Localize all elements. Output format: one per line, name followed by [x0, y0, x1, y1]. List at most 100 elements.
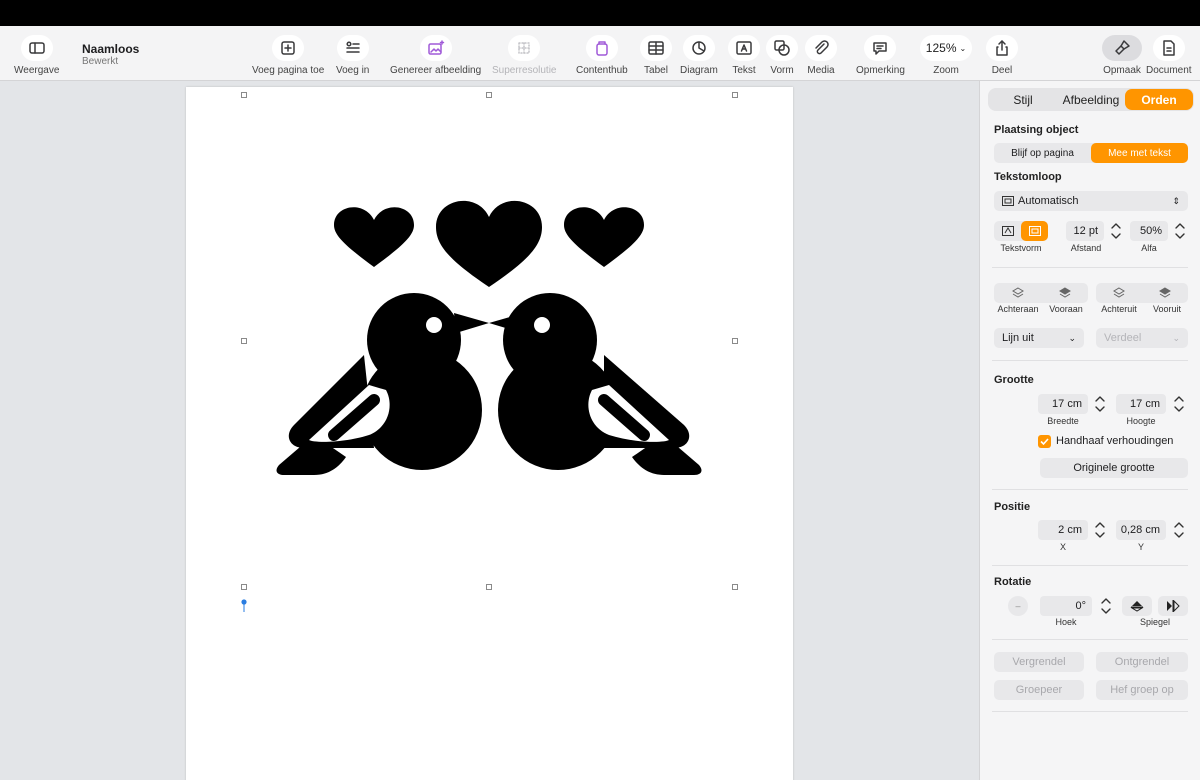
zoom-control[interactable]: 125% ⌄ Zoom — [920, 35, 972, 76]
shape-icon — [766, 35, 798, 61]
document-page[interactable] — [186, 87, 793, 780]
back-label: Achteraan — [997, 304, 1039, 314]
original-size-button[interactable]: Originele grootte — [1040, 458, 1188, 478]
selection-handle-right[interactable] — [732, 338, 738, 344]
view-button[interactable]: Weergave — [14, 35, 59, 76]
ungroup-button[interactable]: Hef groep op — [1096, 680, 1188, 700]
chart-button[interactable]: Diagram — [680, 35, 718, 76]
width-stepper[interactable] — [1094, 393, 1106, 415]
text-shape-label: Tekstvorm — [1000, 243, 1042, 253]
checkmark-icon — [1040, 438, 1049, 446]
document-status: Bewerkt — [82, 56, 119, 67]
position-x-label: X — [1059, 542, 1066, 552]
content-hub-icon — [585, 35, 618, 61]
selection-handle-bottom[interactable] — [486, 584, 492, 590]
format-button[interactable]: Opmaak — [1102, 35, 1142, 76]
distribute-select[interactable]: Verdeel ⌄ — [1096, 328, 1188, 348]
angle-stepper[interactable] — [1100, 595, 1112, 617]
media-button[interactable]: Media — [805, 35, 837, 76]
spacing-label: Afstand — [1070, 243, 1102, 253]
super-resolution-button[interactable]: Superresolutie — [492, 35, 556, 76]
text-shape-icon-b[interactable] — [1021, 221, 1048, 241]
angle-field[interactable]: 0° — [1040, 596, 1092, 616]
insert-button[interactable]: Voeg in — [336, 35, 369, 76]
tab-style[interactable]: Stijl — [989, 89, 1057, 110]
add-page-label: Voeg pagina toe — [252, 65, 325, 76]
width-field[interactable]: 17 cm — [1038, 394, 1088, 414]
bring-forward-icon[interactable] — [1142, 283, 1188, 303]
lovebirds-image[interactable] — [274, 195, 706, 495]
tab-arrange[interactable]: Orden — [1125, 89, 1193, 110]
position-y-stepper[interactable] — [1173, 519, 1185, 541]
small-heart-right — [564, 207, 644, 267]
toolbar: Weergave Voeg pagina toe Voeg in Generee… — [0, 26, 1200, 81]
flip-horizontal-button[interactable] — [1158, 596, 1188, 616]
height-stepper[interactable] — [1173, 393, 1185, 415]
content-hub-button[interactable]: Contenthub — [576, 35, 628, 76]
add-page-button[interactable]: Voeg pagina toe — [252, 35, 324, 76]
rotation-dial[interactable]: – — [1008, 596, 1028, 616]
document-button[interactable]: Document — [1146, 35, 1192, 76]
tab-image[interactable]: Afbeelding — [1057, 89, 1125, 110]
align-label: Lijn uit — [1002, 332, 1034, 344]
move-with-text-option[interactable]: Mee met tekst — [1091, 143, 1188, 163]
selection-handle-top-left[interactable] — [241, 92, 247, 98]
text-button[interactable]: Tekst — [728, 35, 760, 76]
shape-button[interactable]: Vorm — [766, 35, 798, 76]
position-x-field[interactable]: 2 cm — [1038, 520, 1088, 540]
generate-image-button[interactable]: Genereer afbeelding — [390, 35, 481, 76]
zoom-label: Zoom — [933, 65, 959, 76]
send-to-back-icon[interactable] — [994, 283, 1041, 303]
spacing-field[interactable]: 12 pt — [1066, 221, 1104, 241]
spacing-stepper[interactable] — [1110, 220, 1122, 242]
lock-button[interactable]: Vergrendel — [994, 652, 1084, 672]
selection-handle-bottom-right[interactable] — [732, 584, 738, 590]
unlock-button[interactable]: Ontgrendel — [1096, 652, 1188, 672]
constrain-proportions-checkbox[interactable] — [1038, 435, 1051, 448]
text-wrap-title: Tekstomloop — [994, 171, 1062, 183]
share-icon — [986, 35, 1018, 61]
position-y-field[interactable]: 0,28 cm — [1116, 520, 1166, 540]
alpha-field[interactable]: 50% — [1130, 221, 1168, 241]
front-label: Vooraan — [1049, 304, 1083, 314]
text-cursor-pin-icon[interactable] — [241, 599, 247, 613]
sidebar-view-icon — [20, 35, 53, 61]
comment-label: Opmerking — [856, 65, 905, 76]
comment-icon — [864, 35, 897, 61]
send-backward-icon[interactable] — [1096, 283, 1142, 303]
super-resolution-label: Superresolutie — [492, 65, 557, 76]
share-button[interactable]: Deel — [986, 35, 1018, 76]
alpha-label: Alfa — [1141, 243, 1157, 253]
selection-handle-bottom-left[interactable] — [241, 584, 247, 590]
align-select[interactable]: Lijn uit ⌄ — [994, 328, 1084, 348]
document-label: Document — [1146, 65, 1192, 76]
big-heart-center — [436, 200, 542, 287]
left-bird — [276, 293, 489, 475]
forward-label: Vooruit — [1152, 304, 1182, 314]
table-button[interactable]: Tabel — [640, 35, 672, 76]
zoom-select[interactable]: 125% ⌄ — [920, 35, 972, 61]
text-wrap-select[interactable]: Automatisch ⇕ — [994, 191, 1188, 211]
document-canvas — [0, 81, 978, 780]
selection-handle-top-right[interactable] — [732, 92, 738, 98]
divider — [992, 489, 1188, 490]
alpha-stepper[interactable] — [1174, 220, 1186, 242]
flip-label: Spiegel — [1139, 617, 1171, 627]
selection-handle-left[interactable] — [241, 338, 247, 344]
layer-back-front-group — [994, 283, 1088, 303]
super-resolution-icon — [508, 35, 541, 61]
bring-to-front-icon[interactable] — [1041, 283, 1088, 303]
generate-image-label: Genereer afbeelding — [390, 65, 482, 76]
group-button[interactable]: Groepeer — [994, 680, 1084, 700]
position-x-stepper[interactable] — [1094, 519, 1106, 541]
height-field[interactable]: 17 cm — [1116, 394, 1166, 414]
selection-handle-top[interactable] — [486, 92, 492, 98]
flip-vertical-button[interactable] — [1122, 596, 1152, 616]
text-box-icon — [728, 35, 760, 61]
placement-title: Plaatsing object — [994, 124, 1079, 136]
view-label: Weergave — [14, 65, 60, 76]
text-shape-icon-a[interactable] — [994, 221, 1021, 241]
stay-on-page-option[interactable]: Blijf op pagina — [994, 143, 1091, 163]
insert-list-icon — [336, 35, 369, 61]
comment-button[interactable]: Opmerking — [856, 35, 905, 76]
